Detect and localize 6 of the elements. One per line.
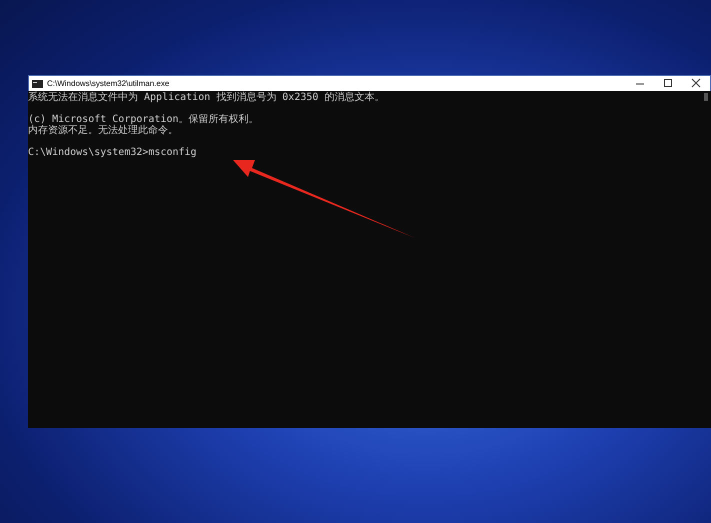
- console-line: 系统无法在消息文件中为 Application 找到消息号为 0x2350 的消息文本。: [28, 92, 386, 103]
- console-line: (c) Microsoft Corporation。保留所有权利。: [28, 114, 260, 125]
- console-icon: [32, 80, 43, 88]
- window-title: C:\Windows\system32\utilman.exe: [47, 79, 170, 88]
- console-line: C:\Windows\system32>msconfig: [28, 147, 198, 158]
- console-line: 内存资源不足。无法处理此命令。: [28, 125, 179, 136]
